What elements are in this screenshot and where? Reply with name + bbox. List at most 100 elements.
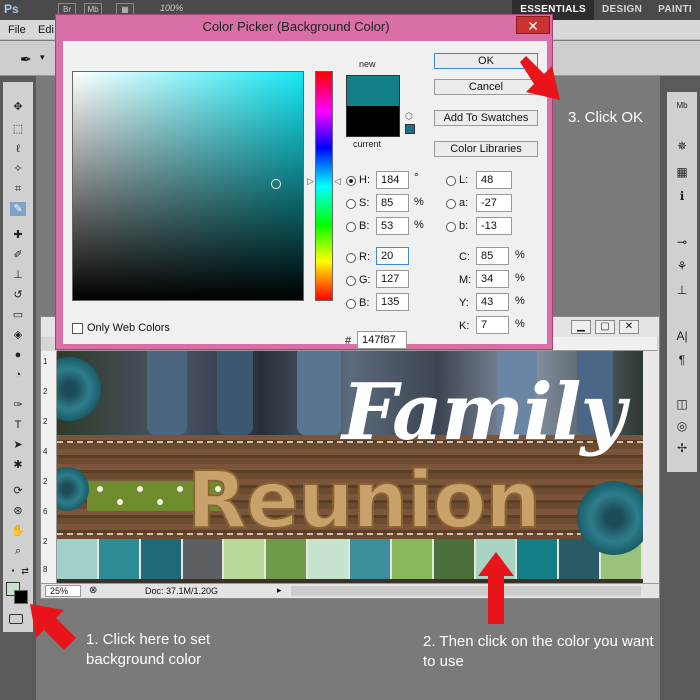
dialog-close-button[interactable]: ✕: [516, 16, 550, 34]
green-input[interactable]: 127: [376, 270, 409, 288]
move-tool-icon[interactable]: ✥: [10, 100, 26, 114]
history-brush-tool-icon[interactable]: ↺: [10, 288, 26, 302]
clone-stamp-tool-icon[interactable]: ⊥: [10, 268, 26, 282]
dodge-tool-icon[interactable]: ◔: [10, 368, 26, 382]
chevron-down-icon[interactable]: ▾: [40, 52, 45, 63]
info-panel-icon[interactable]: ℹ: [674, 188, 690, 204]
navigator-panel-icon[interactable]: ✵: [674, 138, 690, 154]
quick-mask-icon[interactable]: [9, 614, 23, 624]
status-arrow-icon[interactable]: ▸: [277, 585, 282, 596]
blue-input[interactable]: 135: [376, 293, 409, 311]
b-channel-radio[interactable]: [446, 222, 456, 232]
brightness-label: B:: [359, 220, 370, 232]
current-color-swatch[interactable]: [346, 106, 400, 137]
color-libraries-button[interactable]: Color Libraries: [434, 141, 538, 157]
hue-input[interactable]: 184: [376, 171, 409, 189]
saturation-brightness-field[interactable]: [72, 71, 304, 301]
brightness-input[interactable]: 53: [376, 217, 409, 235]
add-to-swatches-button[interactable]: Add To Swatches: [434, 110, 538, 126]
3d-rotate-tool-icon[interactable]: ⟳: [10, 484, 26, 498]
character-panel-icon[interactable]: A|: [674, 328, 690, 344]
vertical-scrollbar[interactable]: [643, 351, 659, 583]
menu-edit[interactable]: Edi: [38, 24, 54, 36]
status-menu-icon[interactable]: ⊗: [89, 585, 97, 596]
quick-select-tool-icon[interactable]: ✧: [10, 162, 26, 176]
photo-detail: [147, 351, 187, 435]
only-web-colors-checkbox[interactable]: [72, 323, 83, 334]
hue-radio[interactable]: [346, 176, 356, 186]
pen-tool-icon[interactable]: ✑: [10, 398, 26, 412]
b-channel-input[interactable]: -13: [476, 217, 512, 235]
blue-radio[interactable]: [346, 299, 356, 309]
blue-label: B:: [359, 297, 370, 309]
workspace-painting[interactable]: PAINTI: [650, 0, 700, 20]
a-channel-radio[interactable]: [446, 199, 456, 209]
percent-unit: %: [515, 249, 525, 261]
eraser-tool-icon[interactable]: ▭: [10, 308, 26, 322]
paragraph-panel-icon[interactable]: ¶: [674, 352, 690, 368]
brush-tool-icon[interactable]: ✐: [10, 248, 26, 262]
lightness-input[interactable]: 48: [476, 171, 512, 189]
maximize-button[interactable]: ▢: [595, 320, 615, 334]
layers-panel-icon[interactable]: ◫: [674, 396, 690, 412]
gradient-tool-icon[interactable]: ◈: [10, 328, 26, 342]
document-canvas[interactable]: Family Reunion: [57, 351, 643, 583]
mini-bridge-panel-icon[interactable]: Mb: [674, 98, 690, 114]
cube-icon[interactable]: ⬡: [405, 111, 415, 121]
minimize-button[interactable]: ▁: [571, 320, 591, 334]
background-color-swatch[interactable]: [14, 590, 28, 604]
degree-unit: °: [414, 172, 419, 184]
zoom-input[interactable]: 25%: [45, 585, 81, 597]
saturation-input[interactable]: 85: [376, 194, 409, 212]
close-document-button[interactable]: ✕: [619, 320, 639, 334]
step-1-note: 1. Click here to set background color: [86, 631, 211, 668]
workspace-design[interactable]: DESIGN: [594, 0, 650, 20]
color-panel-icon[interactable]: ▦: [674, 164, 690, 180]
percent-unit: %: [515, 272, 525, 284]
hue-slider-right-arrow-icon[interactable]: ◁: [334, 176, 341, 187]
a-channel-input[interactable]: -27: [476, 194, 512, 212]
healing-brush-tool-icon[interactable]: ✚: [10, 228, 26, 242]
adjustments-panel-icon[interactable]: ⊸: [674, 234, 690, 250]
brush-panel-icon[interactable]: ⚘: [674, 258, 690, 274]
black-label: K:: [459, 320, 470, 332]
eyedropper-tool-icon[interactable]: ✎: [10, 202, 26, 216]
magenta-input[interactable]: 34: [476, 270, 509, 288]
marquee-tool-icon[interactable]: ⬚: [10, 122, 26, 136]
blur-tool-icon[interactable]: ●: [10, 348, 26, 362]
hue-slider-left-arrow-icon[interactable]: ▷: [307, 176, 314, 187]
lightness-radio[interactable]: [446, 176, 456, 186]
b-channel-label: b:: [459, 220, 469, 232]
swap-colors-icon[interactable]: ⇄: [17, 564, 33, 578]
web-safe-color-swatch[interactable]: [405, 124, 415, 134]
brightness-radio[interactable]: [346, 222, 356, 232]
channels-panel-icon[interactable]: ◎: [674, 418, 690, 434]
type-tool-icon[interactable]: T: [10, 418, 26, 432]
green-radio[interactable]: [346, 276, 356, 286]
yellow-input[interactable]: 43: [476, 293, 509, 311]
color-field-cursor[interactable]: [271, 179, 281, 189]
horizontal-scrollbar[interactable]: [291, 586, 641, 596]
red-input[interactable]: 20: [376, 247, 409, 265]
hue-slider[interactable]: [315, 71, 333, 301]
menu-file[interactable]: File: [8, 24, 26, 36]
red-radio[interactable]: [346, 253, 356, 263]
shape-tool-icon[interactable]: ✱: [10, 458, 26, 472]
crop-tool-icon[interactable]: ⌗: [10, 182, 26, 196]
saturation-radio[interactable]: [346, 199, 356, 209]
ruler-number: 4: [43, 447, 48, 456]
3d-orbit-tool-icon[interactable]: ⊛: [10, 504, 26, 518]
saturation-label: S:: [359, 197, 370, 209]
zoom-tool-icon[interactable]: ⌕: [10, 544, 26, 558]
clone-source-panel-icon[interactable]: ⊥: [674, 282, 690, 298]
path-selection-tool-icon[interactable]: ➤: [10, 438, 26, 452]
eyedropper-preset-icon[interactable]: ✒: [20, 51, 32, 68]
paths-panel-icon[interactable]: ✢: [674, 440, 690, 456]
lasso-tool-icon[interactable]: ℓ: [10, 142, 26, 156]
black-input[interactable]: 7: [476, 316, 509, 334]
hex-input[interactable]: 147f87: [357, 331, 407, 349]
vertical-ruler: 1 2 2 4 2 6 2 8: [41, 351, 57, 583]
stripe: [57, 539, 99, 579]
cyan-input[interactable]: 85: [476, 247, 509, 265]
hand-tool-icon[interactable]: ✋: [10, 524, 26, 538]
